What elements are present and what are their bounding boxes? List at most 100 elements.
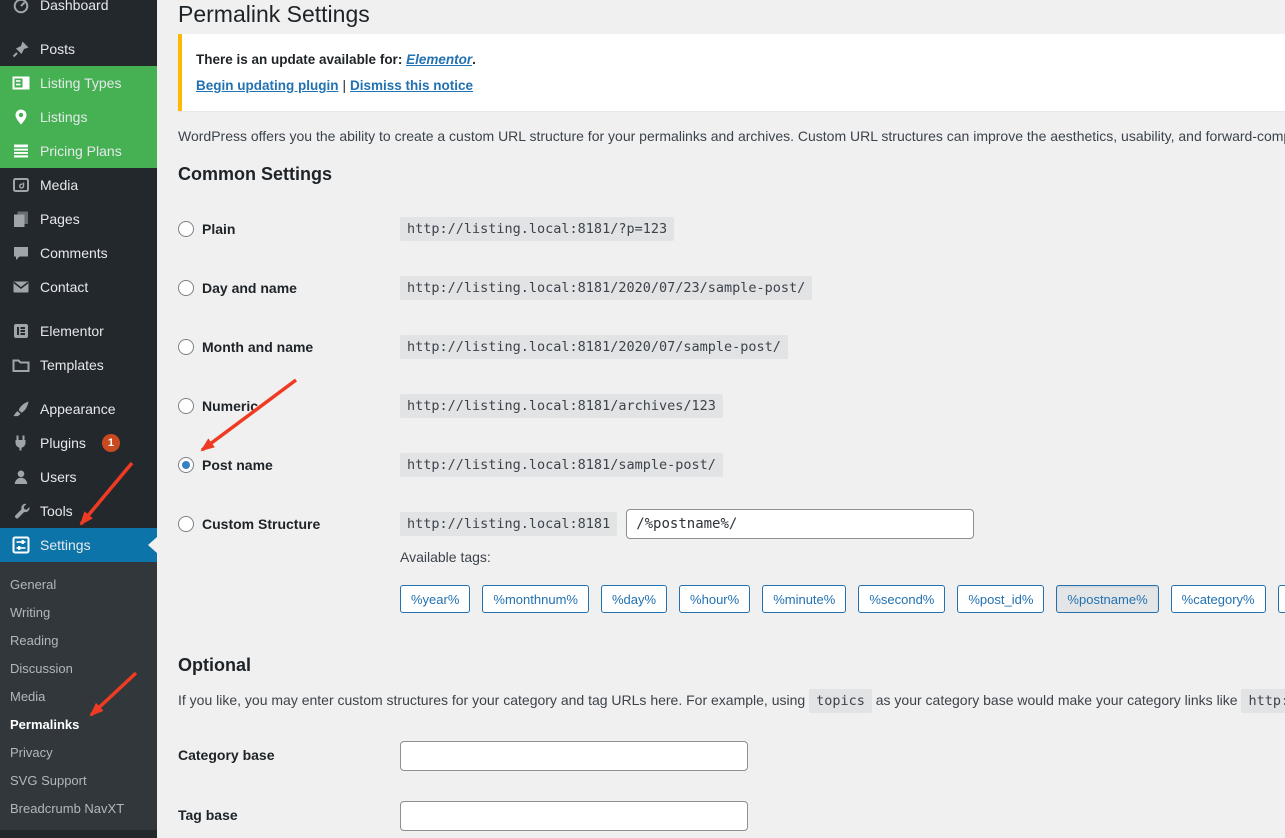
sidebar-item-settings[interactable]: Settings [0, 528, 157, 562]
numeric-example-url: http://listing.local:8181/archives/123 [400, 393, 723, 418]
tag-category-button[interactable]: %category% [1170, 585, 1266, 613]
sidebar-item-pricing-plans[interactable]: Pricing Plans [0, 134, 157, 168]
submenu-item-writing[interactable]: Writing [0, 598, 157, 626]
sidebar-item-media[interactable]: Media [0, 168, 157, 202]
optional-paragraph: If you like, you may enter custom struct… [178, 689, 1285, 713]
permalink-row-post-name: Post name http://listing.local:8181/samp… [178, 435, 1285, 494]
optional-heading: Optional [178, 655, 251, 675]
notice-line-1: There is an update available for: Elemen… [196, 49, 1285, 70]
sidebar-item-label: Elementor [40, 323, 104, 339]
begin-updating-plugin-link[interactable]: Begin updating plugin [196, 78, 338, 93]
menu-separator [0, 382, 157, 392]
common-settings-heading: Common Settings [178, 164, 333, 184]
tag-year-button[interactable]: %year% [400, 585, 471, 613]
dashboard-icon [11, 0, 30, 15]
paintbrush-icon [11, 400, 30, 419]
submenu-item-svg-support[interactable]: SVG Support [0, 766, 157, 794]
tag-second-button[interactable]: %second% [858, 585, 946, 613]
sidebar-item-label: Pricing Plans [40, 143, 122, 159]
tag-monthnum-button[interactable]: %monthnum% [482, 585, 589, 613]
location-pin-icon [11, 108, 30, 127]
media-icon [11, 176, 30, 195]
main-content: Permalink Settings There is an update av… [157, 0, 1285, 838]
sidebar-item-label: Listings [40, 109, 88, 125]
pushpin-icon [11, 40, 30, 59]
topics-code: topics [809, 689, 872, 713]
month-name-radio[interactable] [178, 338, 194, 355]
submenu-item-label: Writing [10, 604, 51, 620]
sidebar-item-dashboard[interactable]: Dashboard [0, 0, 157, 22]
custom-structure-label[interactable]: Custom Structure [202, 516, 320, 532]
tag-day-button[interactable]: %day% [600, 585, 668, 613]
tag-post-id-button[interactable]: %post_id% [957, 585, 1045, 613]
post-name-radio[interactable] [178, 456, 194, 473]
optional-fields: Category base Tag base [178, 726, 1285, 838]
sidebar-item-listing-types[interactable]: Listing Types [0, 66, 157, 100]
sidebar-item-tools[interactable]: Tools [0, 494, 157, 528]
intro-paragraph: WordPress offers you the ability to crea… [178, 128, 1285, 144]
sidebar-item-listings[interactable]: Listings [0, 100, 157, 134]
submenu-item-reading[interactable]: Reading [0, 626, 157, 654]
submenu-item-privacy[interactable]: Privacy [0, 738, 157, 766]
numeric-radio[interactable] [178, 397, 194, 414]
permalink-row-custom-structure: Custom Structure http://listing.local:81… [178, 494, 1285, 553]
category-example-url: http://listing.local:8181/topics/uncateg… [1241, 689, 1285, 713]
sidebar-item-label: Settings [40, 537, 91, 553]
permalink-row-plain: Plain http://listing.local:8181/?p=123 [178, 199, 1285, 258]
permalink-row-day-name: Day and name http://listing.local:8181/2… [178, 258, 1285, 317]
sidebar-item-elementor[interactable]: Elementor [0, 314, 157, 348]
sidebar-item-templates[interactable]: Templates [0, 348, 157, 382]
elementor-icon [11, 322, 30, 341]
optional-text-1: If you like, you may enter custom struct… [178, 692, 810, 708]
envelope-icon [11, 278, 30, 297]
category-base-input[interactable] [400, 741, 748, 771]
tag-base-input[interactable] [400, 801, 748, 831]
sidebar-item-contact[interactable]: Contact [0, 270, 157, 304]
elementor-link[interactable]: Elementor [406, 52, 472, 67]
sidebar-item-label: Templates [40, 357, 104, 373]
notice-line-2: Begin updating plugin | Dismiss this notic… [196, 75, 1285, 96]
sidebar-item-label: Contact [40, 279, 89, 295]
permalink-options: Plain http://listing.local:8181/?p=123 D… [178, 199, 1285, 553]
submenu-item-breadcrumb-navxt[interactable]: Breadcrumb NavXT [0, 794, 157, 822]
dismiss-notice-link[interactable]: Dismiss this notice [350, 78, 473, 93]
folder-icon [11, 356, 30, 375]
tag-hour-button[interactable]: %hour% [679, 585, 751, 613]
submenu-item-label: Permalinks [10, 716, 80, 732]
sidebar-item-posts[interactable]: Posts [0, 32, 157, 66]
sidebar-item-pages[interactable]: Pages [0, 202, 157, 236]
submenu-item-general[interactable]: General [0, 570, 157, 598]
numeric-label[interactable]: Numeric [202, 398, 258, 414]
current-menu-arrow [148, 537, 157, 553]
category-base-label: Category base [178, 747, 275, 763]
tag-base-label: Tag base [178, 807, 238, 823]
sidebar-item-appearance[interactable]: Appearance [0, 392, 157, 426]
plain-label[interactable]: Plain [202, 221, 235, 237]
sidebar-item-plugins[interactable]: Plugins 1 [0, 426, 157, 460]
custom-structure-radio[interactable] [178, 515, 194, 532]
user-icon [11, 468, 30, 487]
tag-minute-button[interactable]: %minute% [762, 585, 847, 613]
plain-example-url: http://listing.local:8181/?p=123 [400, 216, 675, 241]
month-name-label[interactable]: Month and name [202, 339, 313, 355]
day-name-radio[interactable] [178, 279, 194, 296]
menu-separator [0, 304, 157, 314]
plain-radio[interactable] [178, 220, 194, 237]
sidebar-item-users[interactable]: Users [0, 460, 157, 494]
admin-sidebar: Dashboard Posts Listing Types Listings P… [0, 0, 157, 838]
settings-submenu: General Writing Reading Discussion Media… [0, 562, 157, 830]
tag-author-button[interactable]: %author% [1277, 585, 1285, 613]
notice-text: There is an update available for: [196, 52, 407, 67]
post-name-label[interactable]: Post name [202, 457, 273, 473]
available-tags-row: %year% %monthnum% %day% %hour% %minute% … [178, 585, 1285, 613]
notice-period: . [472, 52, 476, 67]
submenu-item-discussion[interactable]: Discussion [0, 654, 157, 682]
submenu-item-media[interactable]: Media [0, 682, 157, 710]
category-base-row: Category base [178, 726, 1285, 786]
submenu-item-permalinks[interactable]: Permalinks [0, 710, 157, 738]
day-name-label[interactable]: Day and name [202, 280, 297, 296]
custom-structure-input[interactable] [626, 508, 975, 539]
tag-postname-button[interactable]: %postname% [1056, 585, 1159, 613]
sidebar-item-comments[interactable]: Comments [0, 236, 157, 270]
month-name-example-url: http://listing.local:8181/2020/07/sample… [400, 334, 788, 359]
